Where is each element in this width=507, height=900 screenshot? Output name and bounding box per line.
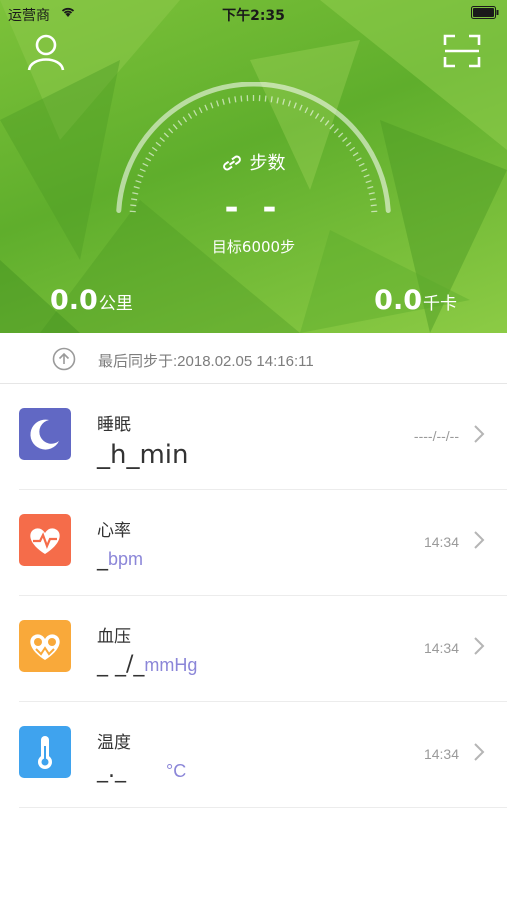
gauge-tick: [329, 124, 335, 130]
heart-rate-blank: _: [97, 546, 108, 571]
gauge-tick: [193, 110, 198, 116]
gauge-tick: [240, 95, 243, 102]
gauge-tick: [314, 113, 320, 119]
calories-stat: 0.0千卡: [374, 285, 457, 316]
heart-rate-unit: bpm: [108, 549, 144, 569]
temperature-blank: _._: [97, 758, 126, 783]
gauge-tick: [234, 96, 237, 103]
sync-bar[interactable]: 最后同步于:2018.02.05 14:16:11: [0, 333, 507, 384]
steps-title: 步数: [0, 149, 507, 176]
gauge-tick: [333, 128, 339, 134]
gauge-tick: [155, 141, 162, 147]
gauge-tick: [135, 180, 142, 184]
gauge-tick: [319, 116, 325, 123]
last-sync-text: 最后同步于:2018.02.05 14:16:11: [98, 353, 314, 370]
calories-unit: 千卡: [423, 294, 457, 314]
metric-time: 14:34: [423, 534, 459, 550]
metric-time: 14:34: [423, 746, 459, 762]
gauge-tick: [309, 110, 314, 116]
gauge-tick: [159, 137, 165, 143]
list-item-temperature[interactable]: 温度 _._ °C 14:34: [0, 702, 507, 808]
gauge-tick: [299, 104, 303, 111]
gauge-tick: [228, 97, 231, 104]
distance-stat: 0.0公里: [50, 285, 133, 316]
steps-title-label: 步数: [249, 153, 286, 174]
gauge-tick: [172, 124, 178, 130]
list-item-blood-pressure[interactable]: 血压 _ _/_mmHg 14:34: [0, 596, 507, 702]
chevron-right-icon: [473, 636, 485, 660]
blood-pressure-blank: _ _/_: [97, 652, 145, 677]
gauge-tick: [177, 120, 183, 126]
gauge-tick: [182, 116, 188, 123]
list-item-heart-rate[interactable]: 心率 _bpm 14:34: [0, 490, 507, 596]
sleep-value: _h_min: [97, 440, 189, 470]
heart-rate-value: _bpm: [97, 546, 143, 571]
metric-time: ----/--/--: [413, 428, 459, 444]
distance-unit: 公里: [98, 294, 133, 314]
gauge-tick: [345, 141, 352, 147]
status-time: 下午2:35: [222, 8, 285, 24]
heart-pulse-icon: [19, 514, 71, 566]
thermometer-icon: [19, 726, 71, 778]
steps-value: - -: [224, 188, 283, 228]
chevron-right-icon: [473, 530, 485, 554]
temperature-value: _._ °C: [97, 758, 186, 783]
metric-time: 14:34: [423, 640, 459, 656]
gauge-tick: [365, 180, 372, 184]
distance-value: 0.0: [50, 285, 98, 316]
gauge-tick: [264, 95, 267, 102]
link-icon: [222, 155, 242, 176]
gauge-tick: [210, 102, 214, 109]
list-item-sleep[interactable]: 睡眠 _h_min ----/--/--: [0, 384, 507, 490]
gauge-tick: [304, 107, 309, 114]
gauge-tick: [270, 96, 273, 103]
gauge-tick: [168, 128, 174, 134]
gauge-tick: [342, 137, 348, 143]
gauge-tick: [204, 104, 208, 111]
gauge-tick: [338, 132, 344, 138]
steps-goal: 目标6000步: [211, 238, 296, 256]
metric-name: 睡眠: [97, 415, 131, 435]
calories-value: 0.0: [374, 285, 422, 316]
gauge-tick: [222, 98, 225, 105]
gauge-tick: [276, 97, 279, 104]
blood-pressure-heart-icon: [19, 620, 71, 672]
gauge-tick: [187, 113, 193, 119]
gauge-tick: [293, 102, 297, 109]
blood-pressure-value: _ _/_mmHg: [97, 652, 197, 677]
metric-name: 温度: [97, 733, 131, 753]
battery-icon: [471, 6, 499, 23]
sync-up-arrow-icon[interactable]: [52, 347, 76, 375]
gauge-tick: [163, 132, 169, 138]
moon-icon: [19, 408, 71, 460]
header-hero: 运营商 下午2:35 步数 - - 目标6000步 0.0公里 0.0千卡: [0, 0, 507, 333]
gauge-tick: [216, 100, 220, 107]
scan-icon[interactable]: [443, 34, 481, 72]
gauge-tick: [282, 98, 285, 105]
gauge-tick: [198, 107, 203, 114]
status-bar: 运营商 下午2:35: [0, 0, 507, 28]
metric-name: 血压: [97, 627, 131, 647]
sleep-value-text: _h_min: [97, 440, 189, 470]
blood-pressure-unit: mmHg: [144, 655, 198, 675]
metric-name: 心率: [97, 521, 131, 541]
gauge-tick: [287, 100, 291, 107]
gauge-tick: [324, 120, 330, 126]
chevron-right-icon: [473, 742, 485, 766]
temperature-unit: °C: [166, 761, 187, 781]
chevron-right-icon: [473, 424, 485, 448]
user-icon[interactable]: [26, 32, 66, 76]
